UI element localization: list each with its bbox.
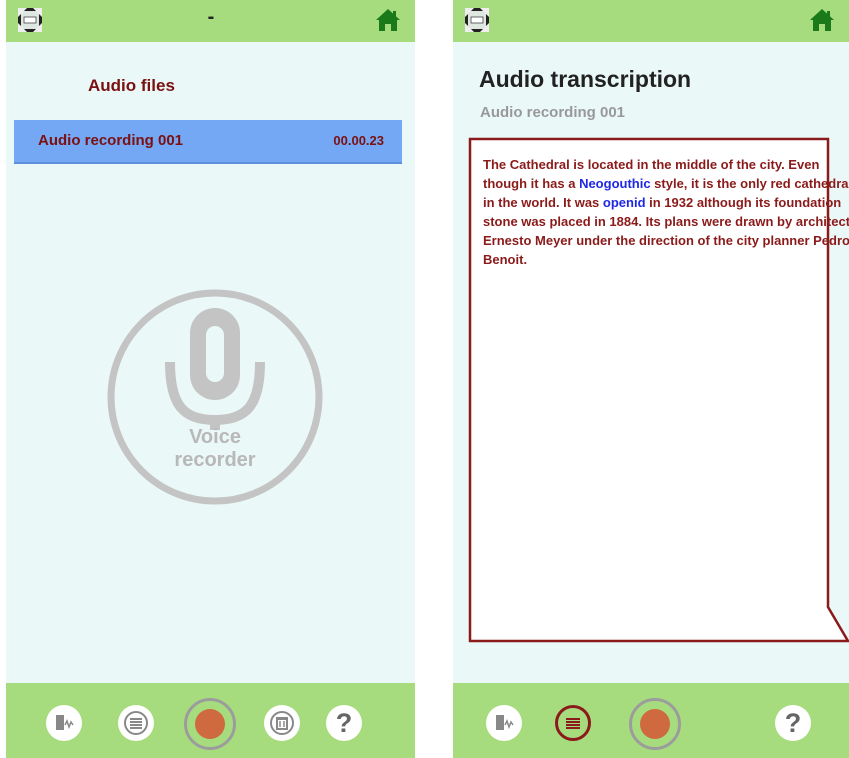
audio-file-row[interactable]: Audio recording 001 00.00.23 — [14, 120, 402, 164]
list-button[interactable] — [118, 705, 154, 741]
list-lines-icon — [124, 711, 148, 735]
trash-icon — [270, 711, 294, 735]
transcription-text[interactable]: The Cathedral is located in the middle o… — [483, 155, 849, 269]
voice-file-button[interactable] — [46, 705, 82, 741]
home-icon[interactable] — [809, 8, 835, 32]
help-icon: ? — [335, 707, 353, 738]
city-logo-icon[interactable] — [465, 8, 489, 32]
keyword-neogouthic[interactable]: Neogouthic — [579, 176, 651, 191]
audio-files-screen: - Audio files Audio recording 001 00.00.… — [6, 0, 415, 758]
voice-recorder-label: Voice recorder — [174, 426, 256, 471]
list-button[interactable] — [555, 705, 591, 741]
top-bar: - — [6, 0, 415, 42]
voice-file-button[interactable] — [486, 705, 522, 741]
list-lines-icon — [566, 718, 580, 729]
audio-transcription-screen: Audio transcription Audio recording 001 … — [453, 0, 849, 758]
top-bar — [453, 0, 849, 42]
audio-file-duration: 00.00.23 — [333, 133, 384, 148]
keyword-openid[interactable]: openid — [603, 195, 646, 210]
record-button[interactable] — [184, 698, 236, 750]
record-icon — [640, 709, 670, 739]
help-icon: ? — [784, 707, 802, 738]
home-icon[interactable] — [375, 8, 401, 32]
voice-file-icon — [56, 715, 74, 730]
voice-file-icon — [496, 715, 514, 730]
recording-name: Audio recording 001 — [480, 104, 626, 121]
record-button[interactable] — [629, 698, 681, 750]
city-logo-icon[interactable] — [18, 8, 42, 32]
record-icon — [195, 709, 225, 739]
voice-recorder-button[interactable]: Voice recorder — [104, 286, 326, 508]
audio-file-name: Audio recording 001 — [38, 132, 184, 149]
screen-title: - — [207, 6, 215, 28]
help-button[interactable]: ? — [775, 705, 811, 741]
audio-files-heading: Audio files — [88, 76, 175, 95]
microphone-icon — [107, 289, 323, 505]
delete-button[interactable] — [264, 705, 300, 741]
help-button[interactable]: ? — [326, 705, 362, 741]
transcription-title: Audio transcription — [479, 66, 692, 92]
